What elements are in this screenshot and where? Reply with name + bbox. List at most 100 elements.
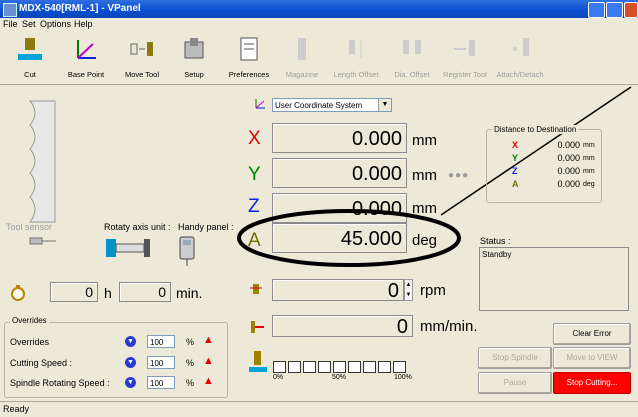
- distance-a-letter: A: [512, 179, 519, 189]
- spindle-spin-buttons[interactable]: ▲ ▼: [404, 279, 413, 301]
- close-button[interactable]: [624, 2, 638, 18]
- override-label: Overrides: [10, 337, 50, 347]
- distance-group-label: Distance to Destination: [492, 125, 579, 134]
- cut-button[interactable]: Cut: [2, 34, 58, 82]
- override-up-button[interactable]: ▲: [203, 335, 214, 346]
- minutes-unit: min.: [176, 285, 203, 301]
- status-label: Status :: [480, 236, 511, 246]
- rotary-axis-icon: [106, 239, 150, 257]
- distance-x-value: 0.000: [557, 140, 580, 150]
- progress-segment: [393, 361, 406, 373]
- stopwatch-icon: [11, 285, 25, 301]
- spindle-icon: [250, 284, 262, 294]
- move-tool-icon: [130, 42, 153, 56]
- cutting-speed-unit: %: [186, 358, 195, 368]
- status-box: Standby: [479, 247, 629, 311]
- distance-z-letter: Z: [512, 166, 518, 176]
- distance-x-letter: X: [512, 140, 519, 150]
- magazine-icon: [298, 38, 306, 60]
- distance-a-unit: deg: [583, 181, 595, 188]
- distance-y-unit: mm: [583, 155, 595, 162]
- distance-x-unit: mm: [583, 142, 595, 149]
- register-tool-icon: [454, 40, 475, 56]
- menu-set[interactable]: Set: [22, 19, 36, 29]
- tool-sensor-icon: [29, 237, 56, 245]
- spindle-speed-down-button[interactable]: ▼: [125, 377, 136, 388]
- window-title: MDX-540[RML-1] - VPanel: [19, 3, 141, 14]
- status-bar-text: Ready: [3, 404, 30, 414]
- progress-segment: [363, 361, 376, 373]
- progress-segment: [378, 361, 391, 373]
- spindle-speed-value[interactable]: 100: [147, 376, 175, 389]
- progress-tick-0: 0%: [273, 374, 284, 381]
- tool-profile-graphic: [28, 100, 56, 223]
- status-bar: Ready: [0, 401, 638, 417]
- spindle-speed-label: Spindle Rotating Speed :: [10, 378, 110, 388]
- distance-a-value: 0.000: [557, 179, 580, 189]
- cutting-speed-down-button[interactable]: ▼: [125, 357, 136, 368]
- cutting-speed-label: Cutting Speed :: [10, 358, 73, 368]
- progress-segment: [273, 361, 286, 373]
- override-value[interactable]: 100: [147, 335, 175, 348]
- feed-rate-field: 0: [272, 315, 413, 338]
- preferences-button[interactable]: Preferences: [222, 34, 276, 82]
- cut-icon: [18, 38, 42, 60]
- override-unit: %: [186, 337, 195, 347]
- feed-rate-unit: mm/min.: [420, 318, 478, 335]
- override-down-button[interactable]: ▼: [125, 336, 136, 347]
- cutting-speed-up-button[interactable]: ▲: [203, 356, 214, 367]
- length-offset-icon: [349, 40, 362, 58]
- progress-segment: [318, 361, 331, 373]
- spindle-rpm-value: 0: [387, 280, 399, 302]
- tool-sensor-label: Tool sensor: [6, 222, 53, 232]
- stop-cutting-button[interactable]: Stop Cutting...: [553, 372, 631, 394]
- length-offset-button[interactable]: Length Offset: [326, 34, 386, 82]
- spindle-rpm-unit: rpm: [420, 282, 446, 299]
- menu-options[interactable]: Options: [40, 19, 71, 29]
- progress-tick-50: 50%: [332, 374, 347, 381]
- progress-segment: [333, 361, 346, 373]
- progress-tick-100: 100%: [394, 374, 412, 381]
- base-point-button[interactable]: Base Point: [58, 34, 114, 82]
- maximize-button[interactable]: [606, 2, 623, 18]
- distance-z-value: 0.000: [557, 166, 580, 176]
- move-tool-button[interactable]: Move Tool: [114, 34, 170, 82]
- spindle-speed-up-button[interactable]: ▲: [203, 376, 214, 387]
- overrides-group-label: Overrides: [10, 316, 49, 325]
- minimize-button[interactable]: [588, 2, 605, 18]
- menu-file[interactable]: File: [3, 19, 18, 29]
- distance-y-letter: Y: [512, 153, 519, 163]
- distance-y-value: 0.000: [557, 153, 580, 163]
- status-value: Standby: [482, 250, 512, 259]
- preferences-icon: [240, 37, 258, 61]
- dia-offset-button[interactable]: Dia. Offset: [386, 34, 438, 82]
- attach-detach-button[interactable]: Attach/Detach: [492, 34, 548, 82]
- feed-rate-value: 0: [396, 316, 408, 338]
- handy-panel-icon: [179, 236, 195, 266]
- cutting-speed-value[interactable]: 100: [147, 356, 175, 369]
- clear-error-button[interactable]: Clear Error: [553, 323, 631, 345]
- dia-offset-icon: [403, 40, 421, 54]
- progress-tool-icon: [249, 351, 267, 372]
- rotary-axis-label: Rotaty axis unit :: [104, 222, 171, 232]
- stop-spindle-button[interactable]: Stop Spindle: [478, 347, 552, 369]
- menu-bar: File Set Options Help: [0, 18, 638, 32]
- pause-button[interactable]: Pause: [478, 372, 552, 394]
- spindle-rpm-field: 0: [272, 279, 404, 302]
- toolbar: Cut Base Point Move Tool Setup Preferenc…: [0, 32, 638, 85]
- main-panel: Tool sensor Rotaty axis unit : Handy pan…: [0, 85, 638, 401]
- setup-button[interactable]: Setup: [170, 34, 218, 82]
- hours-unit: h: [104, 285, 112, 301]
- app-icon: [3, 3, 17, 17]
- feed-rate-icon: [251, 321, 264, 333]
- handy-panel-label: Handy panel :: [178, 222, 234, 232]
- setup-icon: [184, 38, 204, 59]
- distance-z-unit: mm: [583, 168, 595, 175]
- progress-segment: [288, 361, 301, 373]
- move-to-view-button[interactable]: Move to VIEW: [553, 347, 631, 369]
- register-tool-button[interactable]: Register Tool: [438, 34, 492, 82]
- progress-segment: [303, 361, 316, 373]
- magazine-button[interactable]: Magazine: [278, 34, 326, 82]
- menu-help[interactable]: Help: [74, 19, 93, 29]
- attach-detach-icon: [513, 38, 529, 56]
